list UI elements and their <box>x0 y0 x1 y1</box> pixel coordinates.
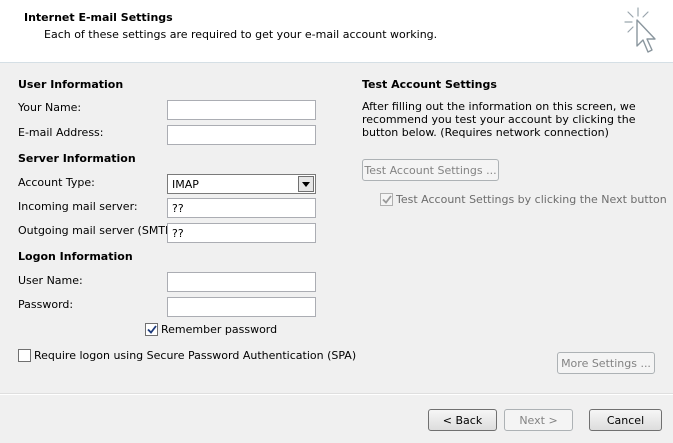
test-by-next-checkbox[interactable] <box>380 193 393 206</box>
test-account-settings-button[interactable]: Test Account Settings ... <box>362 159 499 181</box>
email-address-label: E-mail Address: <box>18 126 104 139</box>
remember-password-checkbox[interactable] <box>145 323 158 336</box>
email-address-input[interactable] <box>167 125 316 145</box>
test-account-description: After filling out the information on thi… <box>362 100 636 139</box>
outgoing-server-label: Outgoing mail server (SMTP): <box>18 224 180 237</box>
account-type-value: IMAP <box>172 178 199 191</box>
incoming-server-label: Incoming mail server: <box>18 200 138 213</box>
cancel-button[interactable]: Cancel <box>589 409 662 431</box>
dropdown-arrow-icon[interactable] <box>298 176 314 192</box>
wizard-cursor-icon <box>624 7 656 53</box>
user-name-input[interactable] <box>167 272 316 292</box>
spa-checkbox[interactable] <box>18 349 31 362</box>
next-button[interactable]: Next > <box>504 409 573 431</box>
header-subtitle: Each of these settings are required to g… <box>44 28 438 41</box>
checkmark-icon <box>146 325 157 334</box>
wizard-header: Internet E-mail Settings Each of these s… <box>0 0 673 63</box>
incoming-server-input[interactable] <box>167 198 316 218</box>
your-name-input[interactable] <box>167 100 316 120</box>
account-type-label: Account Type: <box>18 176 95 189</box>
password-input[interactable] <box>167 297 316 317</box>
logon-information-heading: Logon Information <box>18 250 133 263</box>
test-by-next-label[interactable]: Test Account Settings by clicking the Ne… <box>396 193 667 206</box>
remember-password-label[interactable]: Remember password <box>161 323 277 336</box>
spa-label[interactable]: Require logon using Secure Password Auth… <box>34 349 356 362</box>
test-account-heading: Test Account Settings <box>362 78 497 91</box>
more-settings-button[interactable]: More Settings ... <box>557 352 655 374</box>
user-information-heading: User Information <box>18 78 124 91</box>
your-name-label: Your Name: <box>18 101 82 114</box>
header-title: Internet E-mail Settings <box>24 11 173 24</box>
account-type-select[interactable]: IMAP <box>167 174 316 194</box>
user-name-label: User Name: <box>18 274 83 287</box>
outgoing-server-input[interactable] <box>167 223 316 243</box>
password-label: Password: <box>18 298 74 311</box>
back-button[interactable]: < Back <box>428 409 497 431</box>
server-information-heading: Server Information <box>18 152 136 165</box>
footer-divider-highlight <box>0 394 673 395</box>
checkmark-icon <box>381 195 392 204</box>
